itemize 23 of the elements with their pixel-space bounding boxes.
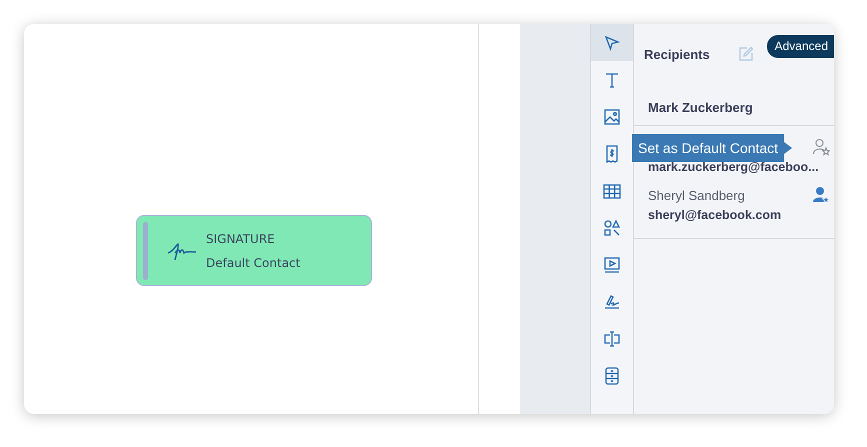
field-label: SIGNATURE (206, 232, 276, 246)
panel-title: Recipients (644, 46, 710, 62)
cursor-tool-button[interactable] (591, 24, 633, 61)
field-assignee: Default Contact (206, 256, 300, 270)
advanced-button[interactable]: Advanced (766, 34, 834, 58)
signer-name: Mark Zuckerberg (634, 84, 834, 126)
signature-field[interactable]: SIGNATURE Default Contact (136, 215, 372, 286)
contact-name: Sheryl Sandberg (648, 188, 745, 202)
set-default-icon[interactable] (812, 138, 830, 156)
text-icon (603, 70, 621, 88)
table-icon (603, 182, 621, 200)
cursor-icon (603, 34, 621, 52)
contact-email: mark.zuckerberg@faceboo... (648, 160, 820, 174)
contact-email: sheryl@facebook.com (648, 208, 782, 222)
sign-icon (603, 292, 621, 310)
video-icon (603, 256, 621, 274)
textbox-icon (603, 330, 621, 348)
shapes-icon (603, 218, 621, 236)
cabinet-icon (603, 366, 621, 384)
signature-icon (166, 240, 198, 260)
default-contact-icon[interactable] (812, 186, 830, 204)
image-icon (603, 108, 621, 126)
tooltip: Set as Default Contact (632, 134, 792, 162)
